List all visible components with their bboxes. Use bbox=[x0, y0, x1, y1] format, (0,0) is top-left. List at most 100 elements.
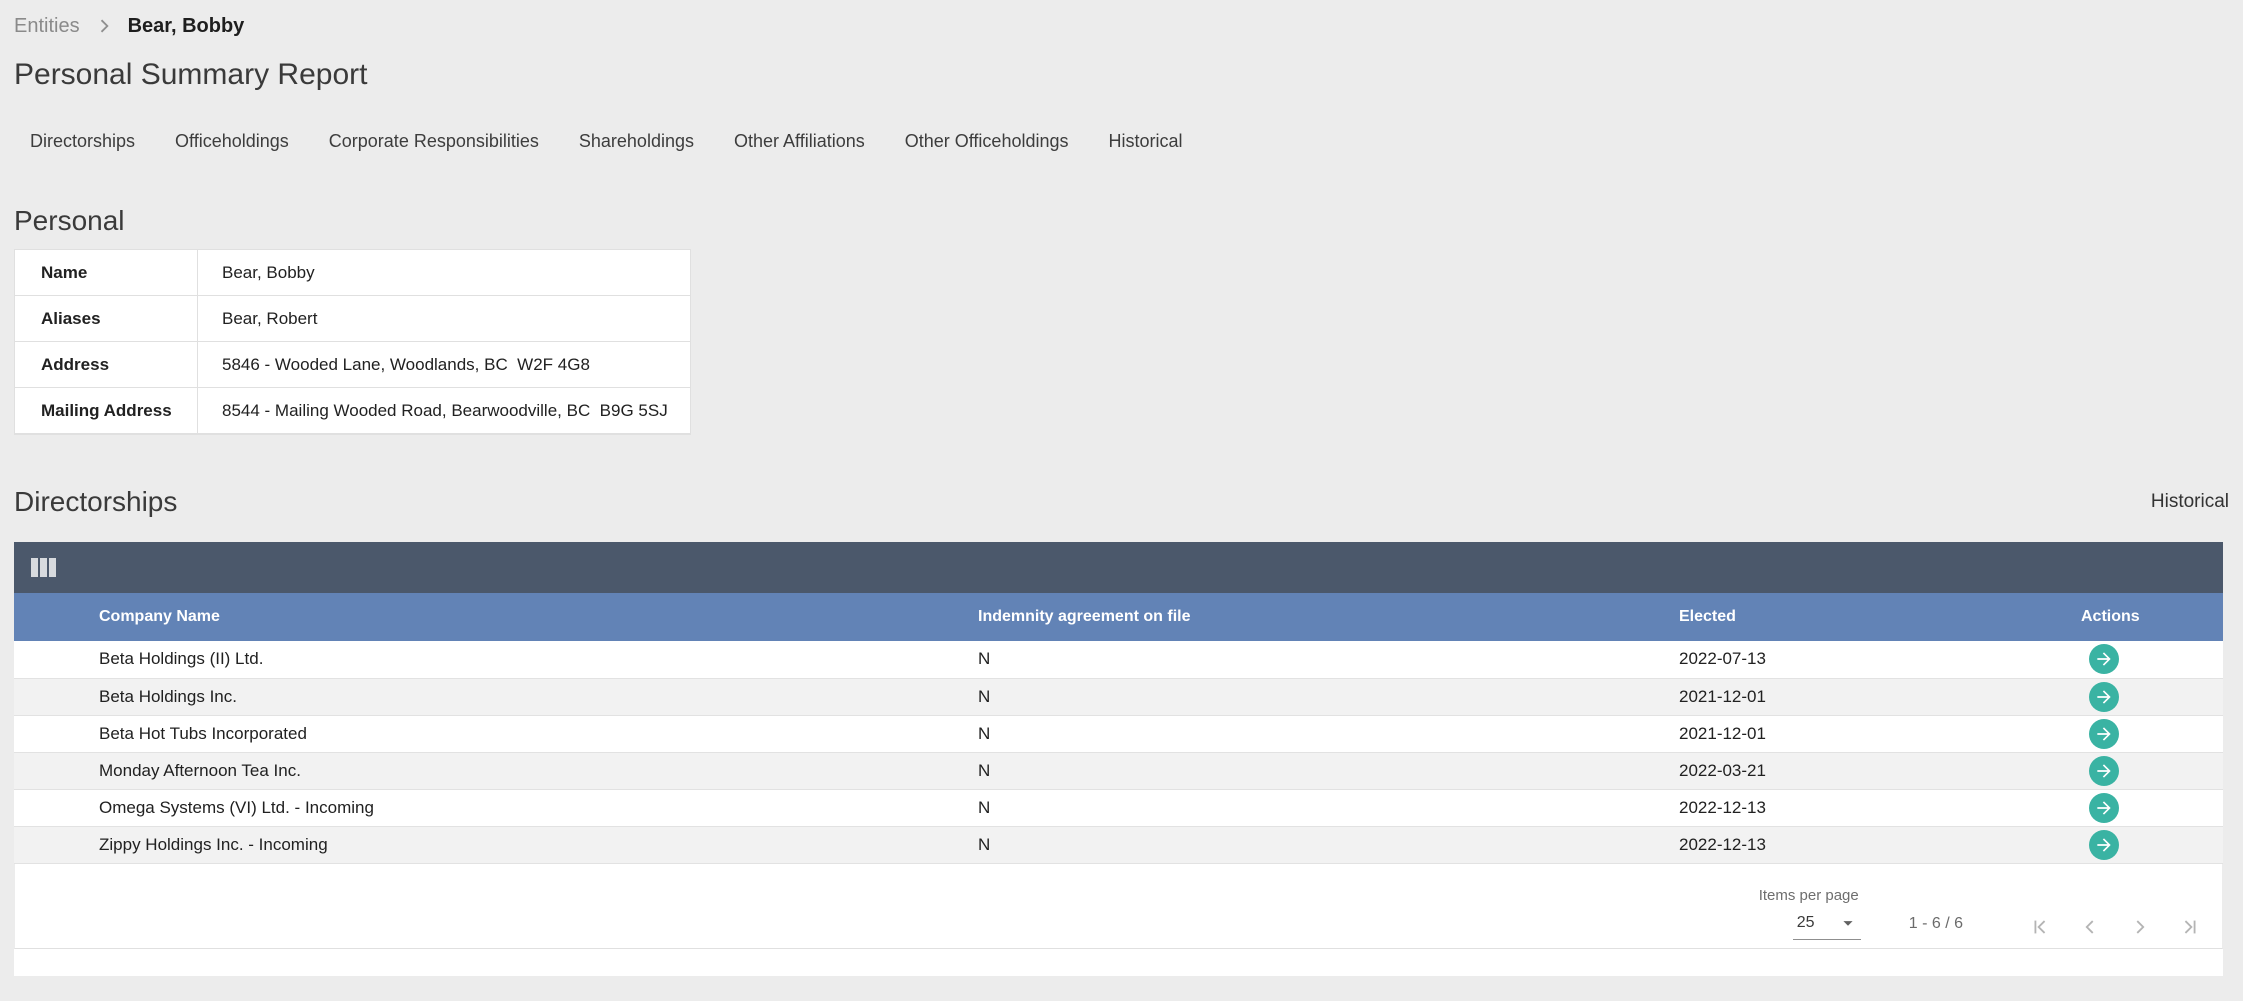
next-page-button[interactable] bbox=[2129, 916, 2151, 938]
view-directorship-button[interactable] bbox=[2089, 644, 2119, 674]
directorships-section-header: Directorships Historical bbox=[14, 486, 2229, 518]
page-size-value: 25 bbox=[1797, 914, 1815, 932]
arrow-right-icon bbox=[2094, 798, 2114, 818]
breadcrumb: Entities Bear, Bobby bbox=[14, 0, 2229, 38]
personal-row: Address 5846 - Wooded Lane, Woodlands, B… bbox=[15, 342, 690, 388]
items-per-page: Items per page 25 bbox=[1759, 887, 1861, 940]
table-row: Omega Systems (VI) Ltd. - Incoming N 202… bbox=[14, 789, 2223, 826]
personal-field-label: Mailing Address bbox=[15, 388, 198, 433]
last-page-button[interactable] bbox=[2179, 916, 2201, 938]
cell-indemnity: N bbox=[893, 715, 1594, 752]
cell-company-name: Zippy Holdings Inc. - Incoming bbox=[14, 826, 893, 863]
cell-company-name: Omega Systems (VI) Ltd. - Incoming bbox=[14, 789, 893, 826]
tab-link[interactable]: Corporate Responsibilities bbox=[309, 131, 559, 152]
cell-actions bbox=[1996, 715, 2223, 752]
view-directorship-button[interactable] bbox=[2089, 719, 2119, 749]
arrow-right-icon bbox=[2094, 724, 2114, 744]
personal-field-value: Bear, Bobby bbox=[198, 263, 315, 283]
column-header-actions: Actions bbox=[1996, 593, 2223, 641]
tab-link[interactable]: Directorships bbox=[14, 131, 155, 152]
personal-row: Name Bear, Bobby bbox=[15, 250, 690, 296]
previous-page-button[interactable] bbox=[2079, 916, 2101, 938]
directorships-heading: Directorships bbox=[14, 486, 177, 518]
page: Entities Bear, Bobby Personal Summary Re… bbox=[0, 0, 2243, 1001]
personal-field-value: 8544 - Mailing Wooded Road, Bearwoodvill… bbox=[198, 401, 668, 421]
grid-toolbar bbox=[14, 542, 2223, 593]
personal-field-label: Name bbox=[15, 250, 198, 295]
cell-elected: 2022-12-13 bbox=[1594, 789, 1996, 826]
tab-link[interactable]: Shareholdings bbox=[559, 131, 714, 152]
card-footer bbox=[14, 949, 2223, 976]
caret-down-icon bbox=[1837, 912, 1859, 934]
directorships-card: Company Name Indemnity agreement on file… bbox=[14, 542, 2223, 976]
view-directorship-button[interactable] bbox=[2089, 793, 2119, 823]
chevron-right-icon bbox=[2129, 916, 2151, 938]
paginator: Items per page 25 1 - 6 / 6 bbox=[14, 864, 2223, 949]
tab-link[interactable]: Other Affiliations bbox=[714, 131, 885, 152]
view-directorship-button[interactable] bbox=[2089, 682, 2119, 712]
tab-link[interactable]: Officeholdings bbox=[155, 131, 309, 152]
tab-link[interactable]: Other Officeholdings bbox=[885, 131, 1089, 152]
cell-elected: 2022-12-13 bbox=[1594, 826, 1996, 863]
personal-field-label: Address bbox=[15, 342, 198, 387]
cell-actions bbox=[1996, 826, 2223, 863]
chevron-left-icon bbox=[2079, 916, 2101, 938]
table-row: Beta Hot Tubs Incorporated N 2021-12-01 bbox=[14, 715, 2223, 752]
last-page-icon bbox=[2179, 916, 2201, 938]
historical-link[interactable]: Historical bbox=[2151, 491, 2229, 513]
directorships-table: Company Name Indemnity agreement on file… bbox=[14, 593, 2223, 864]
cell-indemnity: N bbox=[893, 678, 1594, 715]
table-body: Beta Holdings (II) Ltd. N 2022-07-13 Bet… bbox=[14, 641, 2223, 863]
cell-indemnity: N bbox=[893, 789, 1594, 826]
cell-actions bbox=[1996, 641, 2223, 678]
personal-table: Name Bear, Bobby Aliases Bear, Robert Ad… bbox=[14, 249, 691, 435]
arrow-right-icon bbox=[2094, 761, 2114, 781]
page-range-label: 1 - 6 / 6 bbox=[1909, 915, 1963, 933]
columns-icon bbox=[31, 558, 56, 577]
tab-link[interactable]: Historical bbox=[1089, 131, 1203, 152]
table-header-row: Company Name Indemnity agreement on file… bbox=[14, 593, 2223, 641]
cell-actions bbox=[1996, 789, 2223, 826]
personal-heading: Personal bbox=[14, 205, 2229, 237]
page-size-select[interactable]: 25 bbox=[1793, 912, 1861, 940]
table-row: Monday Afternoon Tea Inc. N 2022-03-21 bbox=[14, 752, 2223, 789]
view-directorship-button[interactable] bbox=[2089, 756, 2119, 786]
cell-indemnity: N bbox=[893, 641, 1594, 678]
breadcrumb-current: Bear, Bobby bbox=[128, 15, 245, 38]
cell-company-name: Beta Hot Tubs Incorporated bbox=[14, 715, 893, 752]
cell-company-name: Beta Holdings (II) Ltd. bbox=[14, 641, 893, 678]
first-page-icon bbox=[2029, 916, 2051, 938]
column-header-elected: Elected bbox=[1594, 593, 1996, 641]
cell-elected: 2021-12-01 bbox=[1594, 715, 1996, 752]
first-page-button[interactable] bbox=[2029, 916, 2051, 938]
column-chooser-button[interactable] bbox=[31, 558, 56, 577]
cell-elected: 2022-07-13 bbox=[1594, 641, 1996, 678]
chevron-right-icon bbox=[94, 16, 114, 36]
personal-field-label: Aliases bbox=[15, 296, 198, 341]
personal-row: Mailing Address 8544 - Mailing Wooded Ro… bbox=[15, 388, 690, 434]
cell-elected: 2022-03-21 bbox=[1594, 752, 1996, 789]
cell-elected: 2021-12-01 bbox=[1594, 678, 1996, 715]
breadcrumb-entities-link[interactable]: Entities bbox=[14, 15, 80, 38]
cell-actions bbox=[1996, 678, 2223, 715]
arrow-right-icon bbox=[2094, 687, 2114, 707]
arrow-right-icon bbox=[2094, 649, 2114, 669]
view-directorship-button[interactable] bbox=[2089, 830, 2119, 860]
personal-field-value: 5846 - Wooded Lane, Woodlands, BC W2F 4G… bbox=[198, 355, 590, 375]
column-header-company-name: Company Name bbox=[14, 593, 893, 641]
cell-indemnity: N bbox=[893, 752, 1594, 789]
items-per-page-label: Items per page bbox=[1759, 887, 1861, 904]
page-title: Personal Summary Report bbox=[14, 58, 2229, 92]
table-row: Beta Holdings Inc. N 2021-12-01 bbox=[14, 678, 2223, 715]
tab-bar: DirectorshipsOfficeholdingsCorporate Res… bbox=[14, 131, 2229, 151]
cell-actions bbox=[1996, 752, 2223, 789]
cell-company-name: Beta Holdings Inc. bbox=[14, 678, 893, 715]
personal-row: Aliases Bear, Robert bbox=[15, 296, 690, 342]
column-header-indemnity: Indemnity agreement on file bbox=[893, 593, 1594, 641]
arrow-right-icon bbox=[2094, 835, 2114, 855]
cell-company-name: Monday Afternoon Tea Inc. bbox=[14, 752, 893, 789]
personal-field-value: Bear, Robert bbox=[198, 309, 317, 329]
cell-indemnity: N bbox=[893, 826, 1594, 863]
table-row: Beta Holdings (II) Ltd. N 2022-07-13 bbox=[14, 641, 2223, 678]
table-row: Zippy Holdings Inc. - Incoming N 2022-12… bbox=[14, 826, 2223, 863]
